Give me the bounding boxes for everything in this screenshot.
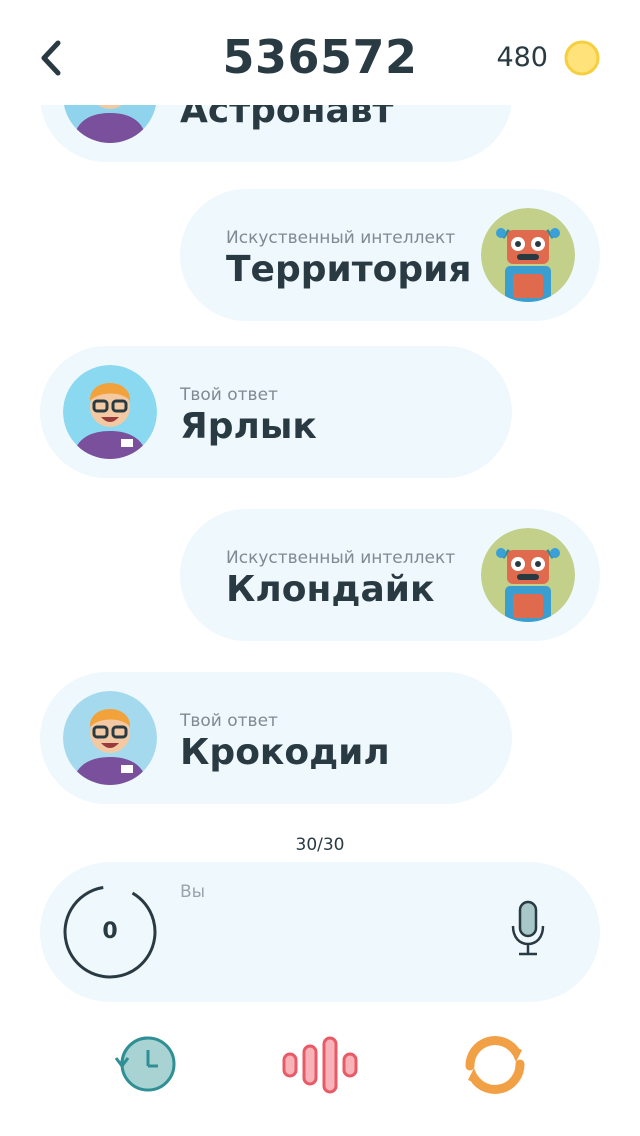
refresh-icon: [465, 1036, 525, 1094]
message-bubble: Искуственный интеллект Территория: [180, 189, 600, 321]
message-author: Искуственный интеллект: [226, 228, 456, 248]
message-word: Территория: [226, 249, 472, 290]
microphone-button[interactable]: [508, 898, 548, 960]
timer-value: 0: [102, 919, 118, 944]
robot-avatar: [481, 528, 575, 622]
sound-wave-icon: [282, 1036, 358, 1094]
message-bubble: Твой ответ Крокодил: [40, 672, 512, 804]
microphone-icon: [511, 900, 545, 956]
round-counter: 30/30: [295, 835, 345, 855]
history-button[interactable]: [110, 1030, 180, 1100]
robot-avatar: [481, 208, 575, 302]
message-word: Крокодил: [180, 732, 390, 773]
coin-count: 480: [496, 42, 548, 73]
message-author: Твой ответ: [180, 385, 278, 405]
history-icon: [114, 1036, 176, 1092]
top-bar: 536572 480: [0, 0, 640, 105]
player-avatar: [63, 691, 157, 785]
message-author: Искуственный интеллект: [226, 548, 456, 568]
refresh-button[interactable]: [460, 1030, 530, 1100]
coin-icon: [564, 40, 600, 76]
message-word: Ярлык: [180, 406, 317, 447]
message-bubble: Твой ответ Ярлык: [40, 346, 512, 478]
message-author: Твой ответ: [180, 711, 278, 731]
message-word: Клондайк: [226, 569, 435, 610]
sound-button[interactable]: [282, 1030, 358, 1100]
input-label: Вы: [180, 882, 206, 902]
message-bubble: Искуственный интеллект Клондайк: [180, 509, 600, 641]
player-avatar: [63, 365, 157, 459]
chat-list[interactable]: Астронавт Искуственный интеллект Террито…: [0, 0, 640, 830]
answer-input[interactable]: 0 Вы: [40, 862, 600, 1002]
